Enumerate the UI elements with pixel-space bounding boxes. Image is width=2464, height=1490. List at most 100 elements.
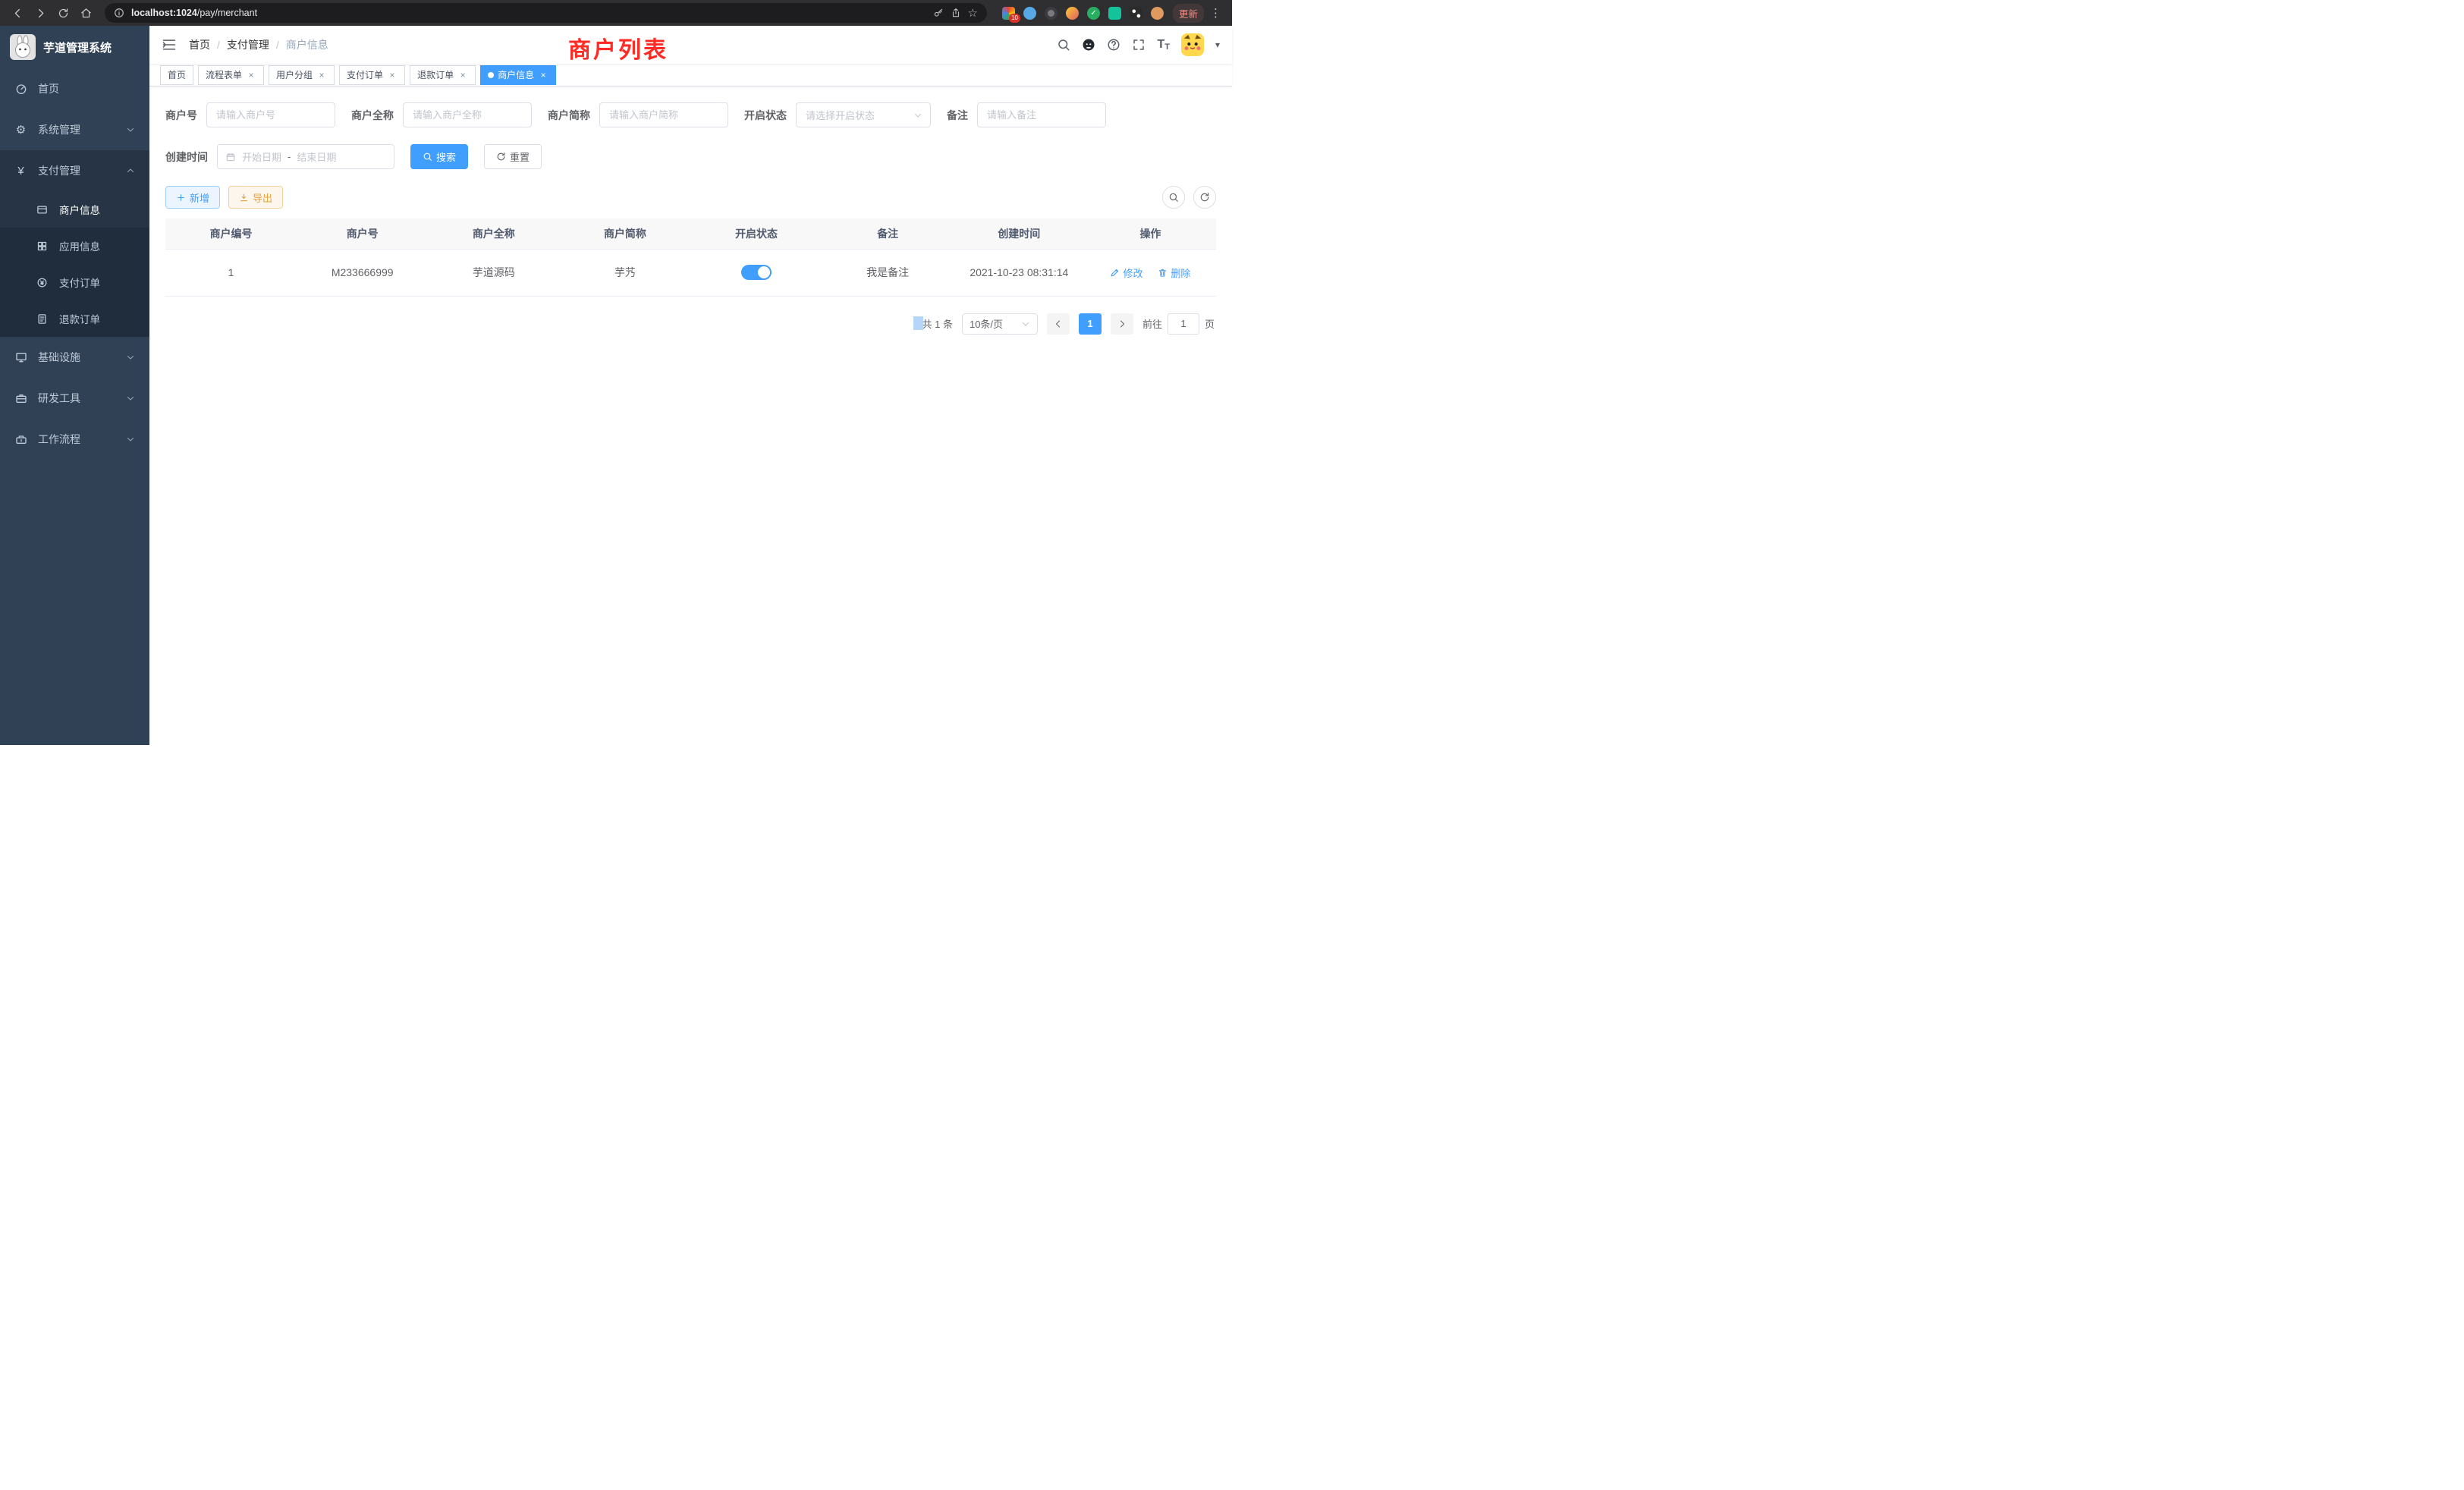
sidebar-item-merchant-info[interactable]: 商户信息	[0, 191, 149, 228]
cell-id: 1	[165, 249, 297, 296]
share-icon[interactable]	[951, 8, 961, 18]
next-page-button[interactable]	[1111, 313, 1133, 335]
dashboard-icon	[14, 83, 27, 95]
page-content: 商户号 商户全称 商户简称 开启状态 请选择开启状态	[149, 86, 1232, 745]
sidebar-item-refund-order[interactable]: 退款订单	[0, 300, 149, 337]
page-size-select[interactable]: 10条/页	[962, 313, 1038, 335]
sidebar-item-label: 支付管理	[38, 163, 80, 178]
column-header: 操作	[1085, 218, 1216, 249]
sidebar-item-system[interactable]: ⚙ 系统管理	[0, 109, 149, 150]
tab-refund-order[interactable]: 退款订单×	[410, 65, 476, 85]
url-path: /pay/merchant	[197, 8, 257, 18]
tab-user-group[interactable]: 用户分组×	[269, 65, 335, 85]
sidebar-item-label: 商户信息	[59, 202, 100, 217]
font-size-icon[interactable]: TT	[1157, 38, 1170, 52]
help-icon[interactable]	[1107, 38, 1120, 52]
close-icon[interactable]: ×	[457, 70, 468, 80]
close-icon[interactable]: ×	[316, 70, 327, 80]
sidebar-item-label: 工作流程	[38, 432, 80, 447]
date-range-picker[interactable]: 开始日期 - 结束日期	[217, 144, 394, 169]
browser-menu-icon[interactable]: ⋮	[1207, 6, 1224, 20]
extension-icon[interactable]	[1108, 7, 1121, 20]
chevron-down-icon	[126, 435, 135, 444]
close-icon[interactable]: ×	[387, 70, 398, 80]
remark-input[interactable]	[977, 102, 1106, 127]
refresh-icon	[1199, 192, 1210, 203]
sidebar-item-app-info[interactable]: 应用信息	[0, 228, 149, 264]
url-bar[interactable]: localhost:1024/pay/merchant ☆	[105, 3, 987, 23]
breadcrumb-home[interactable]: 首页	[189, 37, 210, 52]
tab-home[interactable]: 首页	[160, 65, 193, 85]
prev-page-button[interactable]	[1047, 313, 1070, 335]
full-name-input[interactable]	[403, 102, 532, 127]
close-icon[interactable]: ×	[538, 70, 548, 80]
extension-badge: 10	[1009, 14, 1020, 23]
avatar-caret-icon[interactable]: ▾	[1215, 39, 1220, 50]
delete-link[interactable]: 删除	[1158, 266, 1190, 280]
password-key-icon[interactable]	[933, 8, 944, 18]
extension-icon[interactable]: ✓	[1087, 7, 1100, 20]
home-button[interactable]	[76, 3, 96, 23]
github-icon[interactable]	[1082, 38, 1095, 52]
breadcrumb-pay[interactable]: 支付管理	[227, 37, 269, 52]
url-text: localhost:1024/pay/merchant	[131, 8, 257, 18]
refresh-table-button[interactable]	[1193, 186, 1216, 209]
page-number-button[interactable]: 1	[1079, 313, 1102, 335]
plus-icon	[176, 193, 186, 203]
site-info-icon[interactable]	[114, 8, 124, 18]
bookmark-star-icon[interactable]: ☆	[968, 8, 978, 19]
document-icon	[36, 313, 49, 325]
merchant-no-input[interactable]	[206, 102, 335, 127]
back-button[interactable]	[8, 3, 27, 23]
app-logo[interactable]: 芋道管理系统	[0, 26, 149, 68]
extension-icon[interactable]: 10	[1002, 7, 1015, 20]
tab-pay-order[interactable]: 支付订单×	[339, 65, 405, 85]
export-button[interactable]: 导出	[228, 186, 283, 209]
chevron-down-icon	[126, 353, 135, 362]
tab-process-form[interactable]: 流程表单×	[198, 65, 264, 85]
merchant-table: 商户编号 商户号 商户全称 商户简称 开启状态 备注 创建时间 操作 1 M23…	[165, 218, 1216, 297]
column-header: 商户简称	[559, 218, 690, 249]
main-panel: 首页 / 支付管理 / 商户信息 商户列表 TT ▾ 首页 流程表单× 用户分组…	[149, 26, 1232, 745]
sidebar-menu: 首页 ⚙ 系统管理 ¥ 支付管理 商户信息 应用信息	[0, 68, 149, 460]
chevron-left-icon	[1054, 319, 1063, 328]
search-button[interactable]: 搜索	[410, 144, 468, 169]
calendar-icon	[225, 152, 236, 162]
sidebar-item-workflow[interactable]: 工作流程	[0, 419, 149, 460]
chevron-down-icon	[126, 394, 135, 403]
sidebar-item-pay[interactable]: ¥ 支付管理	[0, 150, 149, 191]
sidebar-item-devtools[interactable]: 研发工具	[0, 378, 149, 419]
extension-icon[interactable]	[1045, 7, 1058, 20]
sidebar-item-label: 基础设施	[38, 350, 80, 365]
extension-icon[interactable]	[1066, 7, 1079, 20]
goto-page-input[interactable]	[1168, 313, 1199, 335]
close-icon[interactable]: ×	[246, 70, 256, 80]
tab-merchant-info[interactable]: 商户信息×	[480, 65, 556, 85]
hamburger-icon[interactable]	[162, 37, 177, 52]
extension-icon[interactable]	[1151, 7, 1164, 20]
fullscreen-icon[interactable]	[1132, 38, 1146, 52]
add-button[interactable]: 新增	[165, 186, 220, 209]
status-select[interactable]: 请选择开启状态	[796, 102, 931, 127]
filter-remark: 备注	[947, 102, 1106, 127]
status-toggle[interactable]	[741, 265, 772, 280]
edit-link[interactable]: 修改	[1110, 266, 1142, 280]
app-window: 芋道管理系统 首页 ⚙ 系统管理 ¥ 支付管理 商户信息	[0, 26, 1232, 745]
reset-button[interactable]: 重置	[484, 144, 542, 169]
show-search-button[interactable]	[1162, 186, 1185, 209]
sidebar-item-infra[interactable]: 基础设施	[0, 337, 149, 378]
browser-update-button[interactable]: 更新	[1173, 4, 1204, 23]
forward-button[interactable]	[30, 3, 50, 23]
filter-status: 开启状态 请选择开启状态	[744, 102, 931, 127]
sidebar-item-pay-order[interactable]: 支付订单	[0, 264, 149, 300]
search-icon[interactable]	[1057, 38, 1070, 52]
extension-icon[interactable]	[1023, 7, 1036, 20]
short-name-input[interactable]	[599, 102, 728, 127]
sidebar-item-label: 研发工具	[38, 391, 80, 406]
sidebar-item-home[interactable]: 首页	[0, 68, 149, 109]
filter-row-2: 创建时间 开始日期 - 结束日期 搜索 重置	[165, 144, 1216, 169]
reload-button[interactable]	[53, 3, 73, 23]
avatar[interactable]	[1181, 33, 1204, 56]
extension-icon[interactable]	[1130, 7, 1142, 20]
search-icon	[423, 152, 432, 162]
